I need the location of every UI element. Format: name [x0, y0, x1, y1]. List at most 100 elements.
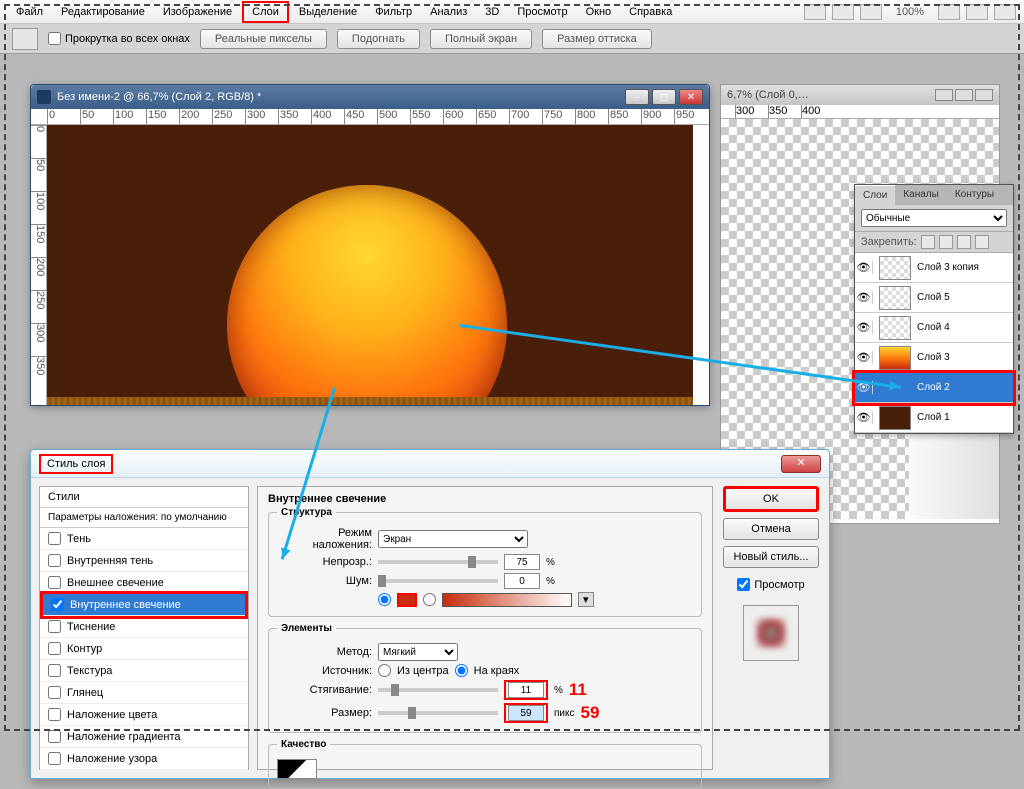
menu-file[interactable]: Файл: [8, 3, 51, 21]
max-icon[interactable]: [955, 89, 973, 101]
menu-filter[interactable]: Фильтр: [367, 3, 420, 21]
effect-item[interactable]: Внутреннее свечение: [43, 594, 245, 616]
blending-options[interactable]: Параметры наложения: по умолчанию: [40, 508, 248, 528]
print-size-button[interactable]: Размер оттиска: [542, 29, 652, 49]
preview-checkbox[interactable]: Просмотр: [737, 578, 804, 591]
tab-layers[interactable]: Слои: [855, 185, 895, 205]
effect-checkbox[interactable]: [51, 598, 64, 611]
tool-icon[interactable]: [12, 28, 38, 50]
effect-checkbox[interactable]: [48, 752, 61, 765]
menu-analysis[interactable]: Анализ: [422, 3, 475, 21]
hand-icon[interactable]: [938, 4, 960, 20]
opacity-field[interactable]: [504, 554, 540, 570]
effect-checkbox[interactable]: [48, 686, 61, 699]
effect-item[interactable]: Внутренняя тень: [40, 550, 248, 572]
layer-thumb[interactable]: [879, 346, 911, 370]
choke-slider[interactable]: [378, 688, 498, 692]
blend-mode-field[interactable]: Экран: [378, 530, 528, 548]
tab-channels[interactable]: Каналы: [895, 185, 947, 205]
effect-checkbox[interactable]: [48, 532, 61, 545]
lock-move-icon[interactable]: [957, 235, 971, 249]
visibility-icon[interactable]: 👁: [855, 351, 873, 364]
opacity-slider[interactable]: [378, 560, 498, 564]
visibility-icon[interactable]: 👁: [855, 321, 873, 334]
size-field[interactable]: [508, 705, 544, 721]
effect-checkbox[interactable]: [48, 576, 61, 589]
minimize-icon[interactable]: –: [625, 89, 649, 105]
close-icon[interactable]: [975, 89, 993, 101]
document-titlebar[interactable]: Без имени-2 @ 66,7% (Слой 2, RGB/8) * – …: [31, 85, 709, 109]
noise-field[interactable]: [504, 573, 540, 589]
maximize-icon[interactable]: ◻: [652, 89, 676, 105]
tab-paths[interactable]: Контуры: [947, 185, 1002, 205]
source-center-radio[interactable]: [378, 664, 391, 677]
menu-window[interactable]: Окно: [578, 3, 620, 21]
extras-icon[interactable]: [994, 4, 1016, 20]
lock-position-icon[interactable]: [939, 235, 953, 249]
color-swatch[interactable]: [397, 593, 417, 607]
fullscreen-button[interactable]: Полный экран: [430, 29, 532, 49]
layer-row[interactable]: 👁 Слой 5: [855, 283, 1013, 313]
effect-item[interactable]: Текстура: [40, 660, 248, 682]
layer-row[interactable]: 👁 Слой 3: [855, 343, 1013, 373]
layer-row[interactable]: 👁 Слой 3 копия: [855, 253, 1013, 283]
layer-thumb[interactable]: [879, 256, 911, 280]
mb-icon[interactable]: [832, 4, 854, 20]
menu-edit[interactable]: Редактирование: [53, 3, 153, 21]
effect-checkbox[interactable]: [48, 620, 61, 633]
lock-pixels-icon[interactable]: [921, 235, 935, 249]
zoom-value[interactable]: 100%: [888, 3, 932, 21]
layer-row[interactable]: 👁 Слой 1: [855, 403, 1013, 433]
close-icon[interactable]: ✕: [679, 89, 703, 105]
gradient-bar[interactable]: [442, 593, 572, 607]
view-icon[interactable]: [966, 4, 988, 20]
effect-checkbox[interactable]: [48, 664, 61, 677]
effect-item[interactable]: Наложение цвета: [40, 704, 248, 726]
effect-checkbox[interactable]: [48, 730, 61, 743]
effect-item[interactable]: Наложение градиента: [40, 726, 248, 748]
menu-select[interactable]: Выделение: [291, 3, 365, 21]
gradient-radio[interactable]: [423, 593, 436, 606]
method-field[interactable]: Мягкий: [378, 643, 458, 661]
effect-checkbox[interactable]: [48, 554, 61, 567]
menu-3d[interactable]: 3D: [477, 3, 507, 21]
screen-icon[interactable]: [860, 4, 882, 20]
scroll-all-windows[interactable]: Прокрутка во всех окнах: [48, 32, 190, 45]
visibility-icon[interactable]: 👁: [855, 261, 873, 274]
color-radio[interactable]: [378, 593, 391, 606]
source-edge-radio[interactable]: [455, 664, 468, 677]
lock-all-icon[interactable]: [975, 235, 989, 249]
menu-layers[interactable]: Слои: [242, 1, 289, 23]
min-icon[interactable]: [935, 89, 953, 101]
layer-row[interactable]: 👁 Слой 2: [855, 373, 1013, 403]
noise-slider[interactable]: [378, 579, 498, 583]
styles-header[interactable]: Стили: [40, 487, 248, 508]
effect-item[interactable]: Наложение узора: [40, 748, 248, 770]
effect-item[interactable]: Контур: [40, 638, 248, 660]
effect-item[interactable]: Глянец: [40, 682, 248, 704]
effect-item[interactable]: Тень: [40, 528, 248, 550]
layout-icon[interactable]: [804, 4, 826, 20]
effect-checkbox[interactable]: [48, 642, 61, 655]
choke-field[interactable]: [508, 682, 544, 698]
menu-help[interactable]: Справка: [621, 3, 680, 21]
gradient-dropdown-icon[interactable]: ▾: [578, 592, 594, 607]
fit-button[interactable]: Подогнать: [337, 29, 420, 49]
real-pixels-button[interactable]: Реальные пикселы: [200, 29, 327, 49]
blend-mode-select[interactable]: Обычные: [861, 209, 1007, 227]
dialog-close-icon[interactable]: ✕: [781, 455, 821, 473]
layer-thumb[interactable]: [879, 286, 911, 310]
menu-image[interactable]: Изображение: [155, 3, 240, 21]
effect-checkbox[interactable]: [48, 708, 61, 721]
size-slider[interactable]: [378, 711, 498, 715]
cancel-button[interactable]: Отмена: [723, 518, 819, 540]
canvas[interactable]: [47, 125, 693, 405]
ok-button[interactable]: OK: [723, 486, 819, 512]
contour-thumb[interactable]: [277, 759, 317, 779]
layer-thumb[interactable]: [879, 316, 911, 340]
effect-item[interactable]: Тиснение: [40, 616, 248, 638]
visibility-icon[interactable]: 👁: [855, 291, 873, 304]
menu-view[interactable]: Просмотр: [509, 3, 575, 21]
layer-thumb[interactable]: [879, 406, 911, 430]
new-style-button[interactable]: Новый стиль...: [723, 546, 819, 568]
